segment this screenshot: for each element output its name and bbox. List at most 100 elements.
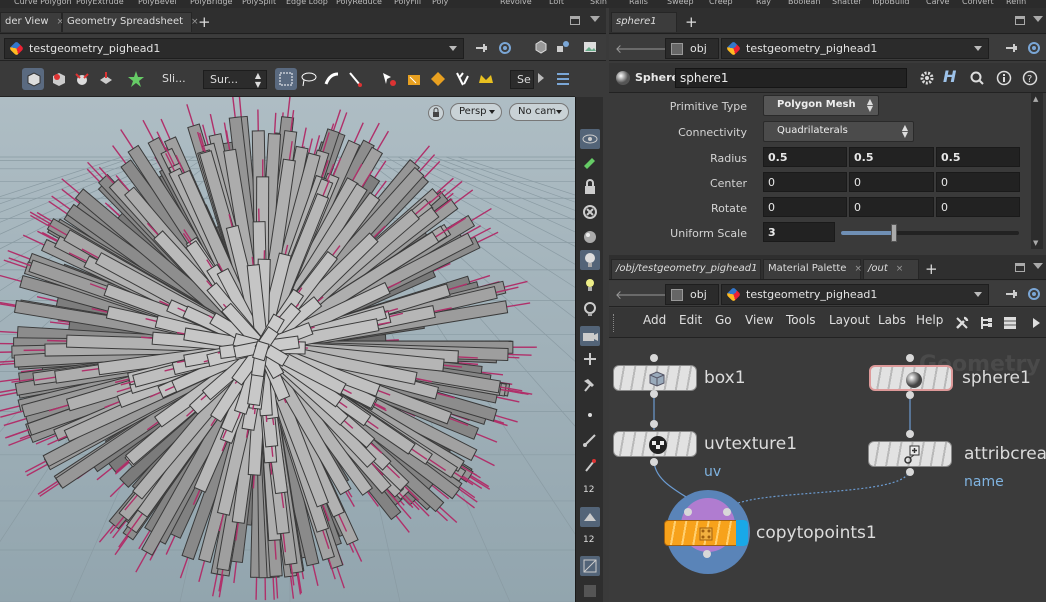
shelf-tool[interactable]: TopoBuild bbox=[871, 0, 909, 6]
pane-menu-icon[interactable] bbox=[1015, 16, 1025, 25]
menu-layout[interactable]: Layout bbox=[829, 313, 870, 327]
shelf-tool[interactable]: PolyBevel bbox=[138, 0, 177, 6]
param-scrollbar[interactable]: ▲ ▼ bbox=[1031, 93, 1043, 249]
close-icon[interactable]: × bbox=[854, 264, 862, 274]
shelf-tool[interactable]: PolyBridge bbox=[190, 0, 232, 6]
grip-handle[interactable] bbox=[613, 314, 615, 332]
select-crown-icon[interactable] bbox=[475, 68, 497, 90]
rotate-x-field[interactable]: 0 bbox=[763, 197, 847, 217]
menu-help[interactable]: Help bbox=[916, 313, 943, 327]
cube-icon[interactable] bbox=[534, 40, 548, 54]
shelf-tool[interactable]: Curve Polygon bbox=[14, 0, 72, 6]
shelf-tool[interactable]: PolyFill bbox=[394, 0, 421, 6]
link-icon[interactable] bbox=[1027, 41, 1041, 55]
select-points-icon[interactable] bbox=[47, 68, 69, 90]
select-objects-icon[interactable] bbox=[125, 68, 147, 90]
pane-menu-icon[interactable] bbox=[1015, 263, 1025, 272]
surface-selector[interactable]: Sur... ▲ ▼ bbox=[203, 70, 267, 89]
box1-node[interactable] bbox=[613, 365, 697, 391]
uniform-scale-field[interactable]: 3 bbox=[763, 222, 835, 242]
face-normal-icon[interactable] bbox=[580, 507, 600, 527]
menu-edit[interactable]: Edit bbox=[679, 313, 702, 327]
tab-network-obj[interactable]: /obj/testgeometry_pighead1× bbox=[611, 259, 773, 279]
tab-out[interactable]: /out × bbox=[863, 259, 919, 279]
pin-icon[interactable] bbox=[1005, 287, 1019, 301]
chevron-down-icon[interactable] bbox=[449, 46, 457, 51]
shelf-tool[interactable]: PolySplit bbox=[242, 0, 276, 6]
help-icon[interactable]: ? bbox=[1022, 70, 1038, 86]
radius-x-field[interactable]: 0.5 bbox=[763, 147, 847, 167]
bulb-icon[interactable] bbox=[580, 275, 600, 295]
primitive-type-select[interactable]: Polygon Mesh ▲ ▼ bbox=[763, 95, 879, 116]
headlight-icon[interactable] bbox=[580, 299, 600, 319]
box1-output[interactable] bbox=[650, 390, 658, 398]
search-icon[interactable] bbox=[969, 70, 985, 86]
slice-label[interactable]: Sli... bbox=[156, 70, 196, 89]
camera-menu[interactable]: No cam bbox=[509, 103, 569, 121]
display-options-icon[interactable] bbox=[552, 68, 574, 90]
add-tab-icon[interactable]: + bbox=[925, 260, 938, 278]
shelf-tool[interactable]: Shatter bbox=[832, 0, 862, 6]
laser-icon[interactable] bbox=[344, 68, 366, 90]
rotate-z-field[interactable]: 0 bbox=[936, 197, 1020, 217]
light-icon[interactable] bbox=[580, 250, 600, 270]
tree-icon[interactable] bbox=[978, 315, 994, 331]
wrench-icon[interactable] bbox=[954, 315, 970, 331]
help-h-icon[interactable]: H bbox=[943, 67, 956, 86]
select-box-icon[interactable] bbox=[22, 68, 44, 90]
shapes-icon[interactable] bbox=[556, 40, 570, 54]
node-name-field[interactable]: sphere1 bbox=[675, 68, 907, 88]
pin-icon[interactable] bbox=[1005, 41, 1019, 55]
center-y-field[interactable]: 0 bbox=[849, 172, 934, 192]
rotate-y-field[interactable]: 0 bbox=[849, 197, 934, 217]
center-z-field[interactable]: 0 bbox=[936, 172, 1020, 192]
point-numbers-icon[interactable]: 12 bbox=[580, 481, 600, 501]
image-icon[interactable] bbox=[583, 40, 597, 54]
select-faces-icon[interactable] bbox=[95, 68, 117, 90]
shelf-tool[interactable]: Loft bbox=[549, 0, 564, 6]
attribcreate-input[interactable] bbox=[906, 430, 914, 438]
copytopoints1-input-2[interactable] bbox=[723, 508, 731, 516]
copytopoints1-output[interactable] bbox=[703, 550, 711, 558]
prim-numbers-icon[interactable]: 12 bbox=[580, 531, 600, 551]
highlight-icon[interactable] bbox=[580, 152, 600, 172]
3d-viewport[interactable]: Persp No cam bbox=[0, 97, 575, 602]
box1-input[interactable] bbox=[650, 354, 658, 362]
lasso-icon[interactable] bbox=[298, 68, 320, 90]
menu-tools[interactable]: Tools bbox=[786, 313, 816, 327]
background-icon[interactable] bbox=[580, 556, 600, 576]
edge-icon[interactable] bbox=[580, 430, 600, 450]
menu-add[interactable]: Add bbox=[643, 313, 666, 327]
select-all-icon[interactable] bbox=[451, 68, 473, 90]
network-editor[interactable]: Geometry box1 uvtexture1 uv sphere1 attr… bbox=[609, 338, 1046, 602]
chevron-down-icon[interactable] bbox=[974, 292, 982, 297]
menu-labs[interactable]: Labs bbox=[878, 313, 906, 327]
context-field[interactable]: obj bbox=[665, 284, 719, 305]
select-groups-icon[interactable] bbox=[403, 68, 425, 90]
connectivity-select[interactable]: Quadrilaterals ▲ ▼ bbox=[763, 121, 914, 142]
shelf-tool[interactable]: Skin bbox=[590, 0, 607, 6]
shelf-tool[interactable]: PolyExtrude bbox=[76, 0, 124, 6]
display-flag[interactable] bbox=[736, 520, 748, 546]
shelf-tool[interactable]: Creep bbox=[709, 0, 733, 6]
pane-arrow-icon[interactable] bbox=[1033, 263, 1043, 269]
uniform-scale-slider[interactable] bbox=[841, 224, 1019, 242]
close-icon[interactable]: × bbox=[896, 264, 904, 274]
list-icon[interactable] bbox=[1002, 315, 1018, 331]
shelf-tool[interactable]: PolyReduce bbox=[336, 0, 382, 6]
normal-icon[interactable] bbox=[580, 455, 600, 475]
scroll-down-icon[interactable]: ▼ bbox=[1033, 239, 1041, 247]
select-visible-icon[interactable] bbox=[378, 68, 400, 90]
uvtexture1-node[interactable] bbox=[613, 431, 697, 457]
chevron-right-icon[interactable] bbox=[1033, 318, 1040, 328]
hammer-icon[interactable] bbox=[580, 375, 600, 395]
attribcreate-output[interactable] bbox=[906, 468, 914, 476]
select-connected-icon[interactable] bbox=[427, 68, 449, 90]
menu-view[interactable]: View bbox=[745, 313, 773, 327]
uvtexture1-output[interactable] bbox=[650, 458, 658, 466]
shelf-tool[interactable]: Rails bbox=[629, 0, 648, 6]
scroll-up-icon[interactable]: ▲ bbox=[1033, 95, 1041, 103]
tab-render-view[interactable]: der View × bbox=[0, 12, 64, 32]
camera-icon[interactable] bbox=[580, 326, 600, 346]
pane-arrow-icon[interactable] bbox=[590, 16, 600, 22]
